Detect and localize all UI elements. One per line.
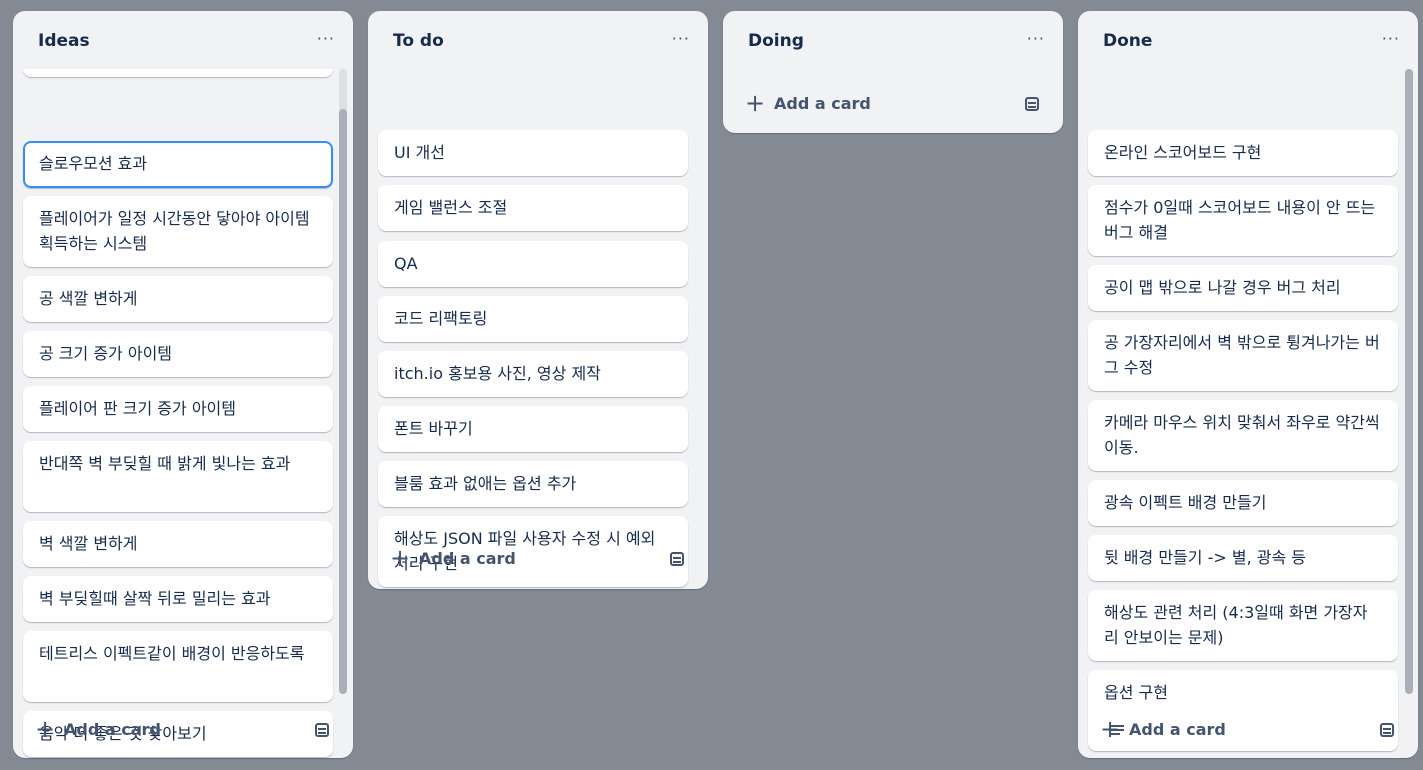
plus-icon: + [1100,715,1121,743]
card-template-icon[interactable] [1025,97,1039,111]
card-title: 공 크기 증가 아이템 [39,344,173,363]
list-card[interactable]: QA [378,241,688,287]
list-card[interactable]: UI 개선 [378,130,688,176]
card-template-icon[interactable] [1380,723,1394,737]
card-title: 뒷 배경 만들기 -> 별, 광속 등 [1104,548,1306,567]
list-done: Done ··· 온라인 스코어보드 구현 점수가 0일때 스코어보드 내용이 … [1078,11,1418,758]
list-card[interactable]: 공이 맵 밖으로 나갈 경우 버그 처리 [1088,265,1398,311]
card-title: 플레이어 판 크기 증가 아이템 [39,399,236,418]
list-doing: Doing ··· + Add a card [723,11,1063,133]
list-card[interactable]: 블룸 효과 없애는 옵션 추가 [378,461,688,507]
card-title: 공 색깔 변하게 [39,289,138,308]
ellipsis-icon[interactable]: ··· [317,29,335,48]
list-card[interactable]: 공 크기 증가 아이템 [23,331,333,377]
card-title: itch.io 홍보용 사진, 영상 제작 [394,364,601,383]
card-title: 온라인 스코어보드 구현 [1104,143,1262,162]
card-template-icon[interactable] [670,552,684,566]
add-card-label: Add a card [774,94,871,113]
list-card[interactable]: 해상도 관련 처리 (4:3일때 화면 가장자리 안보이는 문제) [1088,590,1398,661]
card-title: 공이 맵 밖으로 나갈 경우 버그 처리 [1104,278,1341,297]
list-card[interactable]: 광속 이펙트 배경 만들기 [1088,480,1398,526]
add-card-button[interactable]: + Add a card [735,85,1051,125]
ellipsis-icon[interactable]: ··· [1382,29,1400,48]
list-card[interactable]: 플레이어가 일정 시간동안 닿아야 아이템 획득하는 시스템 [23,196,333,267]
add-card-button[interactable]: + Add a card [25,711,341,751]
list-todo: To do ··· UI 개선 게임 밸런스 조절 QA 코드 리팩토링 itc… [368,11,708,589]
card-title: UI 개선 [394,143,445,162]
list-card[interactable]: 반대쪽 벽 부딪힐 때 밝게 빛나는 효과 [23,441,333,512]
list-card[interactable]: 슬로우모션 효과 [23,141,333,188]
list-title[interactable]: Doing [748,31,804,51]
scrollbar-thumb[interactable] [1405,69,1413,694]
add-card-button[interactable]: + Add a card [380,540,696,580]
card-title: 블룸 효과 없애는 옵션 추가 [394,474,577,493]
list-card[interactable]: 공 가장자리에서 벽 밖으로 튕겨나가는 버그 수정 [1088,320,1398,391]
list-header[interactable]: To do ··· [368,11,708,71]
card-title: 해상도 관련 처리 (4:3일때 화면 가장자리 안보이는 문제) [1104,603,1368,647]
scrollbar-thumb[interactable] [339,109,347,694]
list-card[interactable]: 테트리스 이펙트같이 배경이 반응하도록 [23,631,333,702]
add-card-label: Add a card [419,549,516,568]
list-card[interactable]: 폰트 바꾸기 [378,406,688,452]
list-card[interactable]: 코드 리팩토링 [378,296,688,342]
card-title: 테트리스 이펙트같이 배경이 반응하도록 [39,644,305,663]
card-title: 반대쪽 벽 부딪힐 때 밝게 빛나는 효과 [39,454,291,473]
list-card[interactable]: 게임 밸런스 조절 [378,185,688,231]
plus-icon: + [390,544,411,572]
ellipsis-icon[interactable]: ··· [672,29,690,48]
card-title: 게임 밸런스 조절 [394,198,508,217]
list-header[interactable]: Ideas ··· [13,11,353,71]
card-title: 공 가장자리에서 벽 밖으로 튕겨나가는 버그 수정 [1104,333,1380,377]
list-title[interactable]: Ideas [38,31,90,51]
list-card[interactable] [23,69,333,77]
card-title: 옵션 구현 [1104,683,1168,702]
card-title: 카메라 마우스 위치 맞춰서 좌우로 약간씩 이동. [1104,413,1380,457]
list-scrollbar[interactable] [1405,69,1413,694]
list-card[interactable]: 점수가 0일때 스코어보드 내용이 안 뜨는 버그 해결 [1088,185,1398,256]
ellipsis-icon[interactable]: ··· [1027,29,1045,48]
plus-icon: + [35,715,56,743]
list-scrollbar[interactable] [339,69,347,694]
list-header[interactable]: Done ··· [1078,11,1418,71]
card-title: QA [394,254,418,273]
list-ideas: Ideas ··· 슬로우모션 효과 플레이어가 일정 시간동안 닿아야 아이템… [13,11,353,758]
list-card[interactable]: 온라인 스코어보드 구현 [1088,130,1398,176]
add-card-label: Add a card [64,720,161,739]
add-card-button[interactable]: + Add a card [1090,711,1406,751]
list-card[interactable]: 공 색깔 변하게 [23,276,333,322]
card-title: 코드 리팩토링 [394,309,488,328]
list-card[interactable]: itch.io 홍보용 사진, 영상 제작 [378,351,688,397]
plus-icon: + [745,89,766,117]
card-title: 광속 이펙트 배경 만들기 [1104,493,1267,512]
list-card[interactable]: 플레이어 판 크기 증가 아이템 [23,386,333,432]
list-card[interactable]: 뒷 배경 만들기 -> 별, 광속 등 [1088,535,1398,581]
card-title: 점수가 0일때 스코어보드 내용이 안 뜨는 버그 해결 [1104,198,1376,242]
list-header[interactable]: Doing ··· [723,11,1063,71]
list-title[interactable]: Done [1103,31,1152,51]
list-card[interactable]: 카메라 마우스 위치 맞춰서 좌우로 약간씩 이동. [1088,400,1398,471]
list-title[interactable]: To do [393,31,444,51]
card-title: 벽 색깔 변하게 [39,534,138,553]
list-card[interactable]: 벽 색깔 변하게 [23,521,333,567]
list-card[interactable]: 벽 부딪힐때 살짝 뒤로 밀리는 효과 [23,576,333,622]
card-title: 플레이어가 일정 시간동안 닿아야 아이템 획득하는 시스템 [39,209,310,253]
card-title: 폰트 바꾸기 [394,419,473,438]
card-title: 슬로우모션 효과 [39,154,148,173]
card-template-icon[interactable] [315,723,329,737]
add-card-label: Add a card [1129,720,1226,739]
card-title: 벽 부딪힐때 살짝 뒤로 밀리는 효과 [39,589,271,608]
